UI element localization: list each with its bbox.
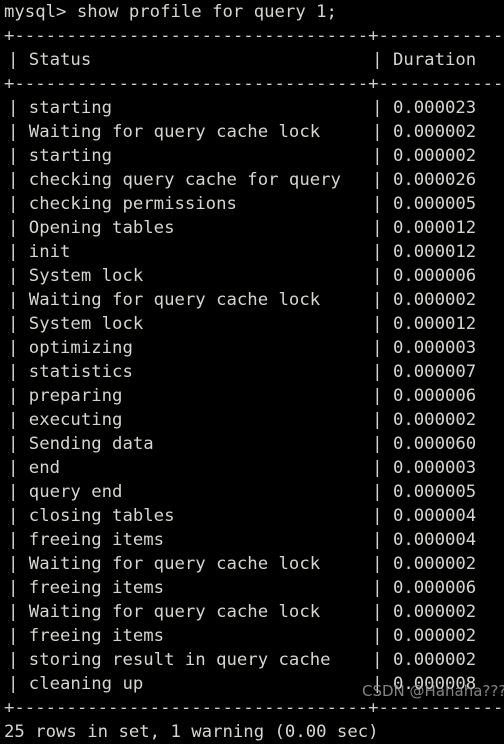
table-row: | Waiting for query cache lock | 0.00000… [8,122,504,142]
table-top-border: +----------------------------------+----… [4,26,504,46]
result-summary-line: 25 rows in set, 1 warning (0.00 sec) [4,722,379,742]
table-row: | storing result in query cache | 0.0000… [8,650,504,670]
table-body: | starting | 0.000023 | | Waiting for que… [0,96,504,696]
terminal-window: mysql> show profile for query 1; +------… [0,0,504,742]
table-row: | checking permissions | 0.000005 | [8,194,504,214]
table-row: | System lock | 0.000012 | [8,314,504,334]
mysql-prompt-line: mysql> show profile for query 1; [4,2,337,22]
table-row: | Waiting for query cache lock | 0.00000… [8,290,504,310]
table-row: | query end | 0.000005 | [8,482,504,502]
table-row: | checking query cache for query | 0.000… [8,170,504,190]
table-row: | cleaning up | 0.000008 | [8,674,504,694]
table-row: | System lock | 0.000006 | [8,266,504,286]
table-row: | init | 0.000012 | [8,242,504,262]
table-row: | starting | 0.000023 | [8,98,504,118]
table-row: | executing | 0.000002 | [8,410,504,430]
table-row: | Opening tables | 0.000012 | [8,218,504,238]
table-row: | Waiting for query cache lock | 0.00000… [8,554,504,574]
table-row: | optimizing | 0.000003 | [8,338,504,358]
table-header-border: +----------------------------------+----… [4,74,504,94]
table-header-row: | Status | Duration | [8,50,504,70]
table-row: | starting | 0.000002 | [8,146,504,166]
table-row: | end | 0.000003 | [8,458,504,478]
table-row: | Waiting for query cache lock | 0.00000… [8,602,504,622]
table-bottom-border: +----------------------------------+----… [4,698,504,718]
table-row: | closing tables | 0.000004 | [8,506,504,526]
table-row: | preparing | 0.000006 | [8,386,504,406]
table-row: | freeing items | 0.000004 | [8,530,504,550]
table-row: | freeing items | 0.000002 | [8,626,504,646]
table-row: | freeing items | 0.000006 | [8,578,504,598]
table-row: | statistics | 0.000007 | [8,362,504,382]
table-row: | Sending data | 0.000060 | [8,434,504,454]
